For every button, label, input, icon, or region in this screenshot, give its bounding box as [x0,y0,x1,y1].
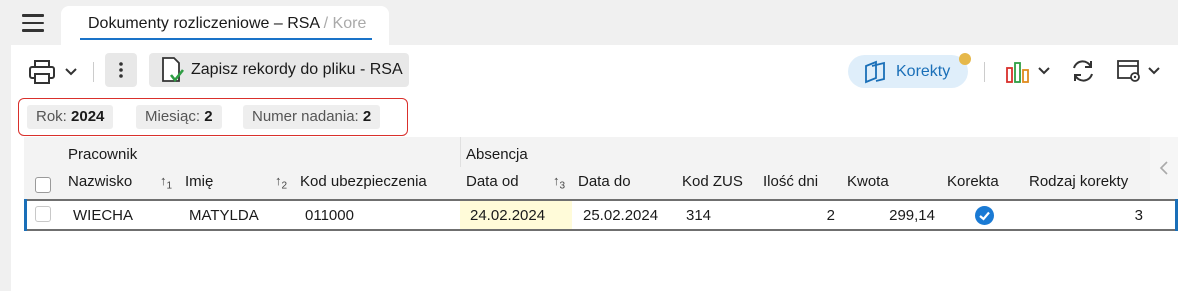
toolbar-divider [93,62,94,82]
print-button[interactable] [28,58,84,86]
corrections-icon [865,60,885,83]
cell-nazwisko: WIECHA [73,207,133,224]
cell-data-od: 24.02.2024 [470,207,546,224]
cell-kod-zus: 314 [686,207,712,224]
chevron-left-icon [1159,161,1168,175]
check-circle-icon [975,206,994,225]
save-records-button[interactable]: Zapisz rekordy do pliku - RSA [149,53,409,87]
sort-indicator-icon: ↑3 [553,173,566,192]
refresh-icon [1073,60,1093,82]
data-grid: Pracownik Absencja Nazwisko ↑1 Imię ↑2 K… [24,137,1178,232]
column-header-korekta[interactable]: Korekta [947,173,999,190]
cell-ilosc-dni: 2 [826,207,835,224]
cell-kwota: 299,14 [889,207,935,224]
cell-imie: MATYLDA [189,207,259,224]
chart-button[interactable] [1005,57,1051,85]
group-header-pracownik: Pracownik [68,146,138,163]
group-header-absencja: Absencja [466,146,528,163]
chevron-down-icon [1038,67,1050,75]
row-checkbox[interactable] [35,206,51,222]
scroll-left-button[interactable] [1150,137,1178,199]
tab-dokumenty-rozliczeniowe[interactable]: Dokumenty rozliczeniowe – RSA / Kore [61,6,389,45]
chevron-down-icon [65,68,77,76]
view-settings-button[interactable] [1115,57,1163,85]
tab-label: Dokumenty rozliczeniowe – RSA / Kore [88,15,367,32]
window-settings-icon [1117,60,1140,82]
row-selection-indicator [24,199,27,231]
column-header-imie[interactable]: Imię [185,173,213,190]
group-divider [460,137,461,167]
column-header-ilosc-dni[interactable]: Ilość dni [763,173,818,190]
menu-icon[interactable] [22,14,44,32]
printer-icon [29,60,55,84]
refresh-button[interactable] [1069,57,1097,85]
notification-badge [959,53,971,65]
toolbar-divider [984,62,985,82]
main-panel: Zapisz rekordy do pliku - RSA Korekty Ro… [11,45,1178,291]
column-header-rodzaj-korekty[interactable]: Rodzaj korekty [1029,173,1128,190]
cell-kod-ubezpieczenia: 011000 [305,207,354,224]
cell-rodzaj-korekty: 3 [1134,207,1143,224]
column-header-nazwisko[interactable]: Nazwisko [68,173,132,190]
bar-chart-icon [1006,62,1029,83]
korekty-button[interactable]: Korekty [848,55,968,88]
column-header-data-do[interactable]: Data do [578,173,631,190]
filter-chip-rok[interactable]: Rok: 2024 [27,105,114,129]
chevron-down-icon [1148,67,1160,75]
file-check-icon [162,57,185,83]
tab-active-indicator [80,38,372,40]
more-options-button[interactable] [105,53,137,87]
cell-data-do: 25.02.2024 [583,207,659,224]
top-bar: Dokumenty rozliczeniowe – RSA / Kore [0,0,1178,45]
sort-indicator-icon: ↑1 [160,173,173,192]
column-header-kod-ubezpieczenia[interactable]: Kod ubezpieczenia [300,173,427,190]
grid-header: Pracownik Absencja Nazwisko ↑1 Imię ↑2 K… [24,137,1150,199]
column-header-kwota[interactable]: Kwota [847,173,889,190]
filter-chip-numer-nadania[interactable]: Numer nadania: 2 [243,105,381,129]
save-records-label: Zapisz rekordy do pliku - RSA [191,61,403,78]
korekty-label: Korekty [896,62,951,80]
column-header-data-od[interactable]: Data od [466,173,519,190]
column-header-kod-zus[interactable]: Kod ZUS [682,173,743,190]
sort-indicator-icon: ↑2 [275,173,288,192]
filter-bar: Rok: 2024 Miesiąc: 2 Numer nadania: 2 [18,98,408,136]
filter-chip-miesiac[interactable]: Miesiąc: 2 [136,105,222,129]
select-all-checkbox[interactable] [35,177,51,193]
more-vertical-icon [119,62,123,78]
table-row[interactable]: WIECHA MATYLDA 011000 24.02.2024 25.02.2… [24,199,1178,231]
